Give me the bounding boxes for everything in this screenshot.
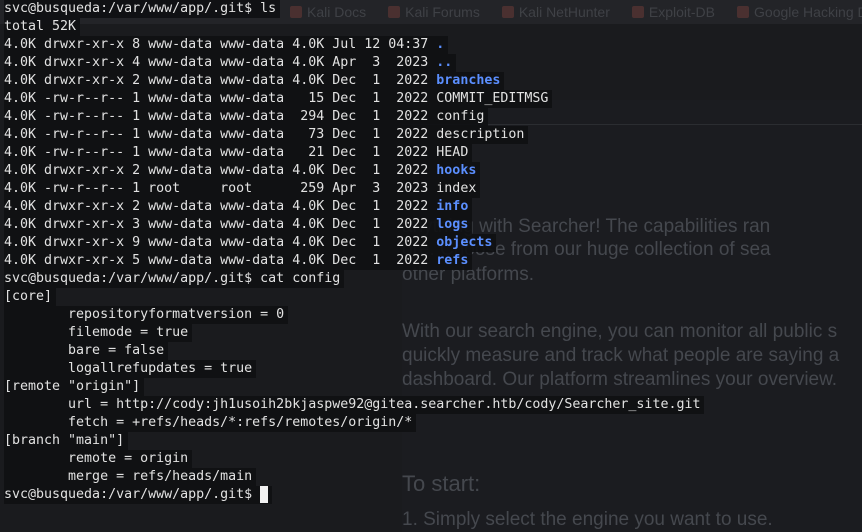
config-line: fetch = +refs/heads/*:refs/remotes/origi…: [4, 414, 417, 432]
config-line: bare = false: [4, 342, 169, 360]
ls-row: 4.0K -rw-r--r-- 1 root root 259 Apr 3 20…: [4, 180, 481, 198]
file-meta: 4.0K -rw-r--r-- 1 root root 259 Apr 3 20…: [4, 181, 437, 196]
file-meta: 4.0K drwxr-xr-x 4 www-data www-data 4.0K…: [4, 55, 437, 70]
file-meta: 4.0K -rw-r--r-- 1 www-data www-data 21 D…: [4, 145, 437, 160]
file-name: index: [436, 181, 477, 196]
file-name: config: [436, 109, 485, 124]
config-line: filemode = true: [4, 324, 193, 342]
prompt-line: svc@busqueda:/var/www/app/.git$ cat conf…: [4, 270, 345, 288]
ls-row: 4.0K drwxr-xr-x 9 www-data www-data 4.0K…: [4, 234, 497, 252]
file-meta: 4.0K -rw-r--r-- 1 www-data www-data 294 …: [4, 109, 437, 124]
ls-row: 4.0K -rw-r--r-- 1 www-data www-data 21 D…: [4, 144, 473, 162]
config-line: merge = refs/heads/main: [4, 468, 257, 486]
ls-row: 4.0K -rw-r--r-- 1 www-data www-data 73 D…: [4, 126, 529, 144]
config-line: [branch "main"]: [4, 432, 129, 450]
config-line: remote = origin: [4, 450, 193, 468]
ls-row: 4.0K drwxr-xr-x 8 www-data www-data 4.0K…: [4, 36, 449, 54]
directory-name: refs: [436, 253, 469, 268]
file-name: COMMIT_EDITMSG: [436, 91, 549, 106]
directory-name: logs: [436, 217, 469, 232]
file-meta: 4.0K drwxr-xr-x 9 www-data www-data 4.0K…: [4, 235, 437, 250]
directory-name: ..: [436, 55, 453, 70]
directory-name: info: [436, 199, 469, 214]
screen: Kali Docs Kali Forums Kali NetHunter Exp…: [0, 0, 862, 532]
ls-listing: 4.0K drwxr-xr-x 8 www-data www-data 4.0K…: [4, 36, 858, 270]
ls-row: 4.0K drwxr-xr-x 4 www-data www-data 4.0K…: [4, 54, 457, 72]
cursor: [260, 486, 269, 503]
directory-name: branches: [436, 73, 501, 88]
file-name: HEAD: [436, 145, 469, 160]
ls-row: 4.0K drwxr-xr-x 2 www-data www-data 4.0K…: [4, 198, 473, 216]
prompt-text: svc@busqueda:/var/www/app/.git$: [4, 487, 261, 502]
file-meta: 4.0K -rw-r--r-- 1 www-data www-data 73 D…: [4, 127, 437, 142]
ls-row: 4.0K drwxr-xr-x 5 www-data www-data 4.0K…: [4, 252, 473, 270]
ls-row: 4.0K -rw-r--r-- 1 www-data www-data 294 …: [4, 108, 489, 126]
ls-row: 4.0K drwxr-xr-x 2 www-data www-data 4.0K…: [4, 162, 481, 180]
ls-total: total 52K: [4, 18, 81, 36]
directory-name: objects: [436, 235, 493, 250]
file-meta: 4.0K drwxr-xr-x 2 www-data www-data 4.0K…: [4, 163, 437, 178]
terminal-output[interactable]: svc@busqueda:/var/www/app/.git$ ls total…: [0, 0, 862, 532]
config-line: logallrefupdates = true: [4, 360, 257, 378]
config-output: [core] repositoryformatversion = 0 filem…: [4, 288, 858, 486]
file-meta: 4.0K drwxr-xr-x 3 www-data www-data 4.0K…: [4, 217, 437, 232]
prompt-line: svc@busqueda:/var/www/app/.git$ ls: [4, 0, 281, 18]
file-meta: 4.0K drwxr-xr-x 5 www-data www-data 4.0K…: [4, 253, 437, 268]
file-name: description: [436, 127, 525, 142]
file-meta: 4.0K -rw-r--r-- 1 www-data www-data 15 D…: [4, 91, 437, 106]
file-meta: 4.0K drwxr-xr-x 2 www-data www-data 4.0K…: [4, 199, 437, 214]
ls-row: 4.0K drwxr-xr-x 2 www-data www-data 4.0K…: [4, 72, 505, 90]
file-meta: 4.0K drwxr-xr-x 8 www-data www-data 4.0K…: [4, 37, 437, 52]
config-line: [remote "origin"]: [4, 378, 145, 396]
active-prompt-line[interactable]: svc@busqueda:/var/www/app/.git$: [4, 486, 273, 504]
file-meta: 4.0K drwxr-xr-x 2 www-data www-data 4.0K…: [4, 73, 437, 88]
directory-name: hooks: [436, 163, 477, 178]
directory-name: .: [436, 37, 445, 52]
ls-row: 4.0K drwxr-xr-x 3 www-data www-data 4.0K…: [4, 216, 473, 234]
config-line: repositoryformatversion = 0: [4, 306, 289, 324]
config-line: [core]: [4, 288, 57, 306]
config-line: url = http://cody:jh1usoih2bkjaspwe92@gi…: [4, 396, 705, 414]
ls-row: 4.0K -rw-r--r-- 1 www-data www-data 15 D…: [4, 90, 553, 108]
